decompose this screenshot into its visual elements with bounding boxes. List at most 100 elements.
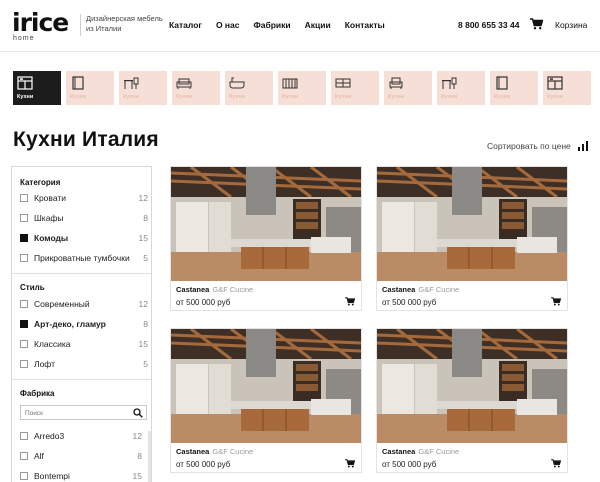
checkbox[interactable] <box>20 472 28 480</box>
category-tile-kitchens[interactable]: Кухни <box>13 71 61 105</box>
filter-option-count: 15 <box>138 233 148 243</box>
category-tile[interactable]: Кухни <box>437 71 485 105</box>
filter-option[interactable]: Арт-деко, гламур 8 <box>20 319 148 331</box>
add-to-cart-icon[interactable] <box>345 459 355 468</box>
filter-group-title-style: Стиль <box>20 283 45 292</box>
category-tile[interactable]: Кухни <box>543 71 591 105</box>
category-label: Кухни <box>494 94 511 100</box>
filter-option[interactable]: Alf 8 <box>20 451 142 463</box>
filter-option-count: 12 <box>138 193 148 203</box>
product-price: от 500 000 руб <box>382 298 437 307</box>
product-name: Castanea G&F Cucine <box>176 285 253 294</box>
category-tile[interactable]: Кухни <box>490 71 538 105</box>
filter-option[interactable]: Современный 12 <box>20 299 148 311</box>
category-tile[interactable]: Кухни <box>66 71 114 105</box>
product-price: от 500 000 руб <box>382 460 437 469</box>
product-card[interactable]: Castanea G&F Cucine от 500 000 руб <box>170 328 362 473</box>
search-icon[interactable] <box>133 408 143 418</box>
checkbox[interactable] <box>20 300 28 308</box>
filter-option[interactable]: Лофт 5 <box>20 359 148 371</box>
filter-option-label: Лофт <box>34 359 56 369</box>
cart-link[interactable]: Корзина <box>555 20 587 30</box>
checkbox-checked[interactable] <box>20 234 28 242</box>
filter-group-title-category: Категория <box>20 178 61 187</box>
nav-contacts[interactable]: Контакты <box>345 20 385 30</box>
logo-text: irice <box>12 8 69 37</box>
filter-option[interactable]: Bontempi 15 <box>20 471 142 482</box>
tagline: Дизайнерская мебель из Италии <box>86 14 163 33</box>
page-title: Кухни Италия <box>13 128 159 151</box>
checkbox[interactable] <box>20 340 28 348</box>
product-price: от 500 000 руб <box>176 298 231 307</box>
factory-list-scrollbar[interactable] <box>148 431 151 482</box>
category-strip: Кухни Кухни Кухни Кухни Кухни Кухни Кухн… <box>13 71 593 105</box>
category-tile[interactable]: Кухни <box>225 71 273 105</box>
category-tile[interactable]: Кухни <box>278 71 326 105</box>
category-label: Кухни <box>335 94 352 100</box>
site-header: irice home Дизайнерская мебель из Италии… <box>0 0 600 52</box>
kitchen-icon <box>17 76 33 90</box>
sort-bars-icon[interactable] <box>578 141 588 151</box>
desk-chair-icon <box>442 77 457 89</box>
checkbox[interactable] <box>20 254 28 262</box>
filter-option-label: Комоды <box>34 233 69 243</box>
add-to-cart-icon[interactable] <box>551 297 561 306</box>
product-brand: G&F Cucine <box>418 447 460 456</box>
nav-catalog[interactable]: Каталог <box>169 20 202 30</box>
filter-option-label: Кровати <box>34 193 67 203</box>
filter-option-label: Прикроватные тумбочки <box>34 253 130 263</box>
armchair-icon <box>389 77 403 89</box>
wardrobe-icon <box>496 76 508 90</box>
filter-option-label: Классика <box>34 339 71 349</box>
filter-option-label: Alf <box>34 451 44 461</box>
product-title: Castanea <box>176 447 210 456</box>
nav-promotions[interactable]: Акции <box>305 20 331 30</box>
product-card[interactable]: Castanea G&F Cucine от 500 000 руб <box>376 328 568 473</box>
product-photo <box>377 167 567 281</box>
filter-option-count: 8 <box>143 319 148 329</box>
category-tile[interactable]: Кухни <box>384 71 432 105</box>
product-card[interactable]: Castanea G&F Cucine от 500 000 руб <box>170 166 362 311</box>
filter-option-count: 12 <box>138 299 148 309</box>
category-tile[interactable]: Кухни <box>331 71 379 105</box>
category-label: Кухни <box>123 94 140 100</box>
filter-option-count: 8 <box>143 213 148 223</box>
add-to-cart-icon[interactable] <box>551 459 561 468</box>
cart-icon[interactable] <box>530 18 543 30</box>
add-to-cart-icon[interactable] <box>345 297 355 306</box>
filter-option-count: 5 <box>143 253 148 263</box>
filter-option[interactable]: Прикроватные тумбочки 5 <box>20 253 148 265</box>
checkbox[interactable] <box>20 452 28 460</box>
factory-search[interactable] <box>20 405 147 420</box>
category-tile[interactable]: Кухни <box>119 71 167 105</box>
sort-by-price-button[interactable]: Сортировать по цене <box>487 141 571 151</box>
product-brand: G&F Cucine <box>212 285 254 294</box>
phone-number[interactable]: 8 800 655 33 44 <box>458 20 519 30</box>
category-tile[interactable]: Кухни <box>172 71 220 105</box>
product-card[interactable]: Castanea G&F Cucine от 500 000 руб <box>376 166 568 311</box>
checkbox[interactable] <box>20 194 28 202</box>
filters-panel: Категория Кровати 12 Шкафы 8 Комоды 15 П… <box>11 166 152 482</box>
filter-option[interactable]: Шкафы 8 <box>20 213 148 225</box>
filter-option[interactable]: Кровати 12 <box>20 193 148 205</box>
nav-factories[interactable]: Фабрики <box>254 20 291 30</box>
filter-option-count: 8 <box>137 451 142 461</box>
category-label: Кухни <box>229 94 246 100</box>
nav-about[interactable]: О нас <box>216 20 240 30</box>
filter-option[interactable]: Классика 15 <box>20 339 148 351</box>
category-label: Кухни <box>388 94 405 100</box>
filter-option[interactable]: Arredo3 12 <box>20 431 142 443</box>
checkbox-checked[interactable] <box>20 320 28 328</box>
filter-option-count: 15 <box>138 339 148 349</box>
factory-search-input[interactable] <box>25 408 125 418</box>
product-name: Castanea G&F Cucine <box>382 285 459 294</box>
category-label: Кухни <box>176 94 193 100</box>
checkbox[interactable] <box>20 360 28 368</box>
filter-option-count: 15 <box>132 471 142 481</box>
filter-option[interactable]: Комоды 15 <box>20 233 148 245</box>
checkbox[interactable] <box>20 214 28 222</box>
tagline-divider <box>80 14 81 36</box>
logo[interactable]: irice home <box>12 8 69 42</box>
product-title: Castanea <box>382 285 416 294</box>
checkbox[interactable] <box>20 432 28 440</box>
